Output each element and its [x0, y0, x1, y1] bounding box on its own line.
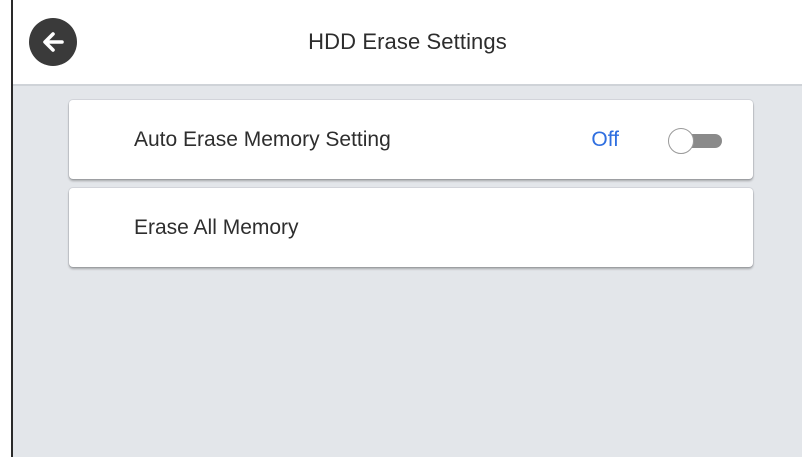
settings-list: Auto Erase Memory Setting Off Erase All … [69, 100, 753, 276]
header-bar: HDD Erase Settings [13, 0, 802, 86]
page-title: HDD Erase Settings [308, 29, 507, 54]
erase-all-memory-item[interactable]: Erase All Memory [69, 188, 753, 267]
hdd-erase-settings-screen: HDD Erase Settings Auto Erase Memory Set… [11, 0, 802, 457]
auto-erase-toggle[interactable] [668, 128, 724, 154]
auto-erase-status-value: Off [591, 128, 619, 151]
toggle-knob [668, 128, 694, 154]
erase-all-memory-label: Erase All Memory [134, 216, 299, 239]
auto-erase-memory-setting-label: Auto Erase Memory Setting [134, 128, 391, 151]
auto-erase-memory-setting-item[interactable]: Auto Erase Memory Setting Off [69, 100, 753, 179]
